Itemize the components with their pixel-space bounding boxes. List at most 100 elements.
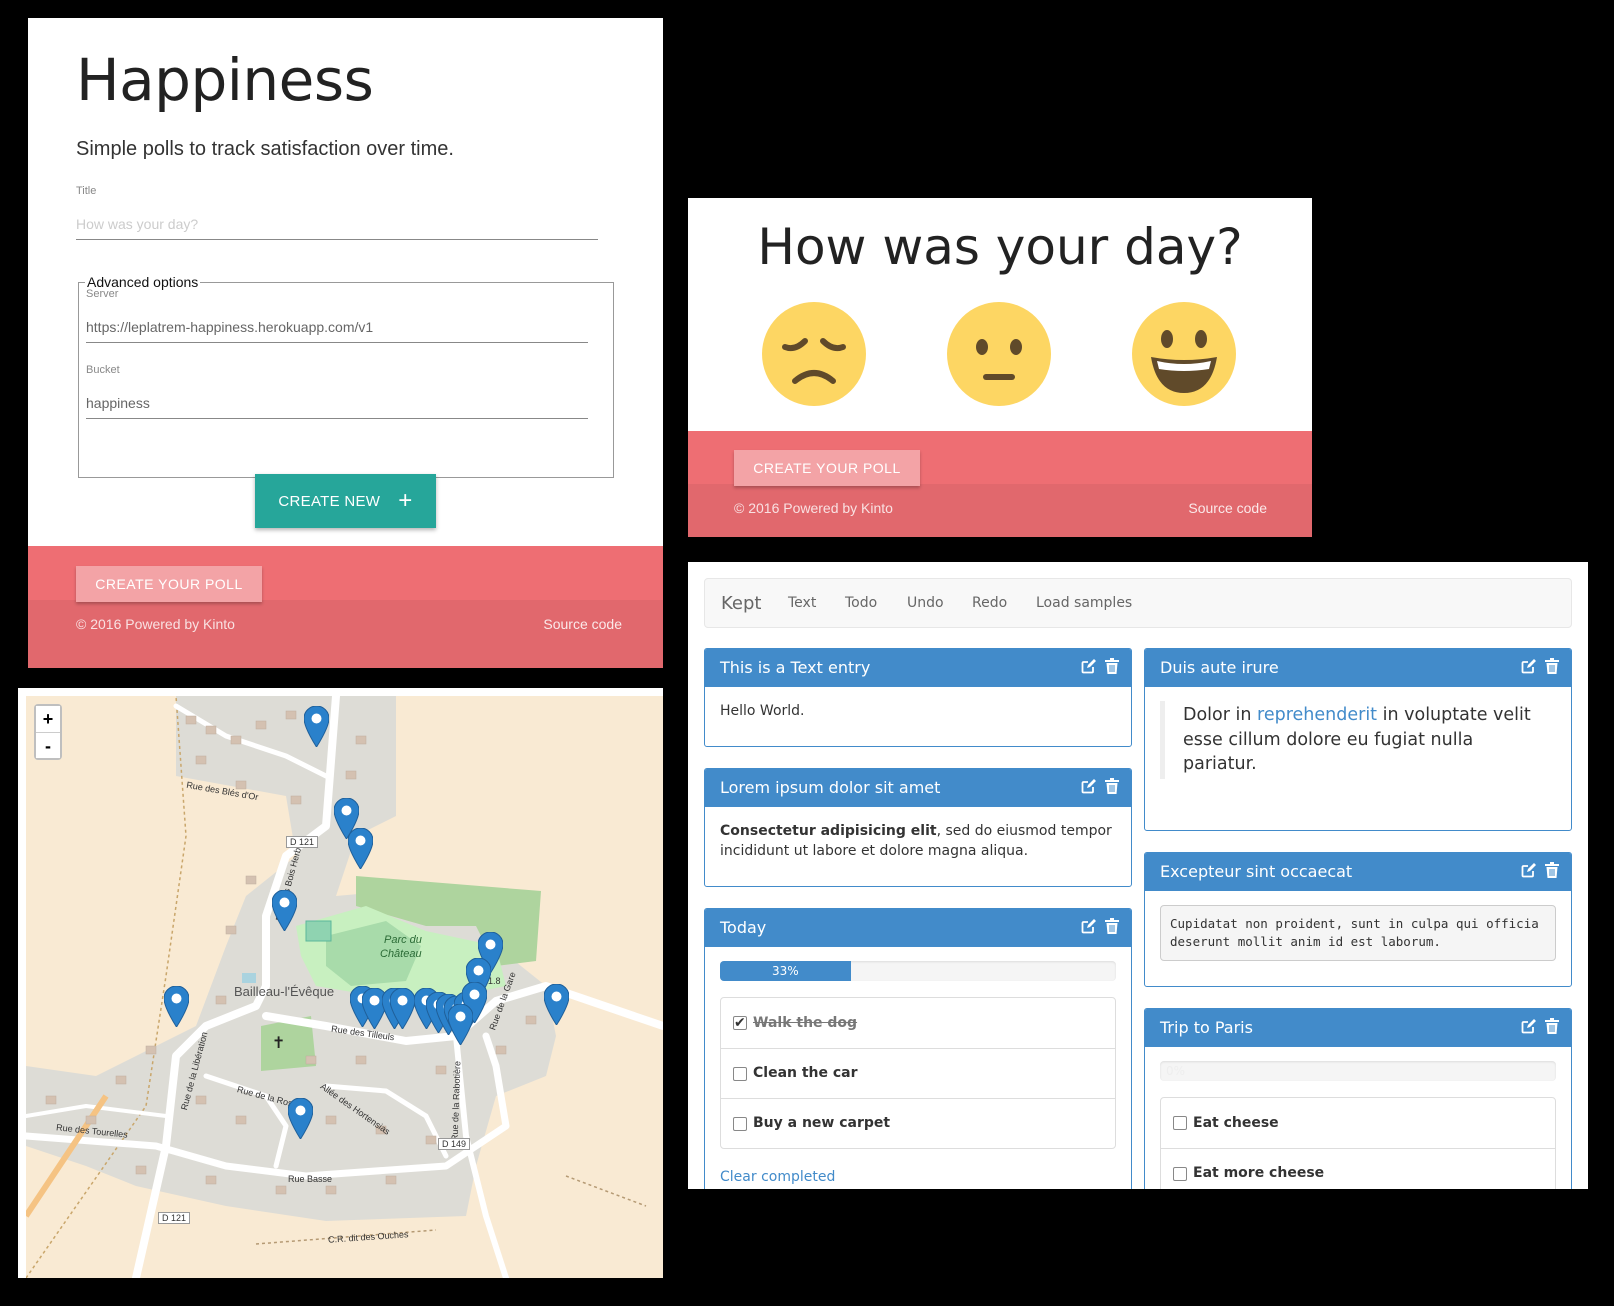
todo-checkbox[interactable] bbox=[733, 1066, 747, 1081]
poll-create-your-poll-button[interactable]: CREATE YOUR POLL bbox=[734, 450, 920, 486]
map-marker-icon[interactable] bbox=[544, 984, 569, 1025]
map-panel: ✝ Bailleau-l'Évêque Parc du Château Rue … bbox=[18, 688, 663, 1278]
map-marker-icon[interactable] bbox=[448, 1004, 473, 1045]
sad-face-icon[interactable] bbox=[761, 301, 867, 407]
todo-text: Clean the car bbox=[753, 1065, 858, 1082]
navbar: Kept Text Todo Undo Redo Load samples bbox=[704, 578, 1572, 628]
trash-icon[interactable] bbox=[1545, 862, 1559, 882]
trash-icon[interactable] bbox=[1105, 918, 1119, 938]
card-body: Consectetur adipisicing elit, sed do eiu… bbox=[705, 807, 1131, 876]
copyright-text: © 2016 Powered by Kinto bbox=[76, 616, 235, 632]
quote-link[interactable]: reprehenderit bbox=[1257, 705, 1377, 725]
todo-item: Walk the dog bbox=[721, 998, 1115, 1048]
bucket-input[interactable] bbox=[86, 387, 588, 419]
progress-label: 0% bbox=[1166, 1064, 1186, 1078]
todo-list: Walk the dog Clean the car Buy a new car… bbox=[720, 997, 1116, 1149]
card-body: Dolor in reprehenderit in voluptate veli… bbox=[1145, 687, 1571, 793]
todo-item: Clean the car bbox=[721, 1048, 1115, 1098]
poll-source-code-link[interactable]: Source code bbox=[1188, 500, 1267, 516]
map-marker-icon[interactable] bbox=[390, 988, 415, 1029]
quote-text: Dolor in bbox=[1183, 705, 1258, 725]
trash-icon[interactable] bbox=[1105, 658, 1119, 678]
nav-todo[interactable]: Todo bbox=[845, 595, 877, 611]
map-marker-icon[interactable] bbox=[272, 890, 297, 931]
advanced-options-fieldset: Advanced options bbox=[78, 274, 614, 478]
zoom-out-button[interactable]: - bbox=[36, 732, 60, 758]
todo-item: Eat more cheese bbox=[1161, 1148, 1555, 1189]
server-input[interactable] bbox=[86, 311, 588, 343]
todo-checkbox[interactable] bbox=[733, 1013, 747, 1033]
create-new-label: CREATE NEW bbox=[278, 492, 381, 510]
trash-icon[interactable] bbox=[1105, 778, 1119, 798]
card-title: Trip to Paris bbox=[1160, 1018, 1253, 1037]
card-paris: Trip to Paris 0% Eat cheese Eat more che… bbox=[1144, 1008, 1572, 1189]
card-title: Lorem ipsum dolor sit amet bbox=[720, 778, 941, 797]
happiness-form-panel: Happiness Simple polls to track satisfac… bbox=[28, 18, 663, 668]
bucket-field-label: Bucket bbox=[86, 364, 120, 376]
map-road-ref: D 121 bbox=[158, 1212, 191, 1224]
nav-text[interactable]: Text bbox=[788, 595, 816, 611]
card-body: 33% Walk the dog Clean the car Buy a new… bbox=[705, 947, 1131, 1189]
kept-app-panel: Kept Text Todo Undo Redo Load samples Th… bbox=[688, 562, 1588, 1189]
title-input[interactable] bbox=[76, 208, 598, 240]
todo-checkbox[interactable] bbox=[1173, 1116, 1187, 1130]
server-field-label: Server bbox=[86, 288, 119, 300]
edit-icon[interactable] bbox=[1081, 778, 1097, 798]
edit-icon[interactable] bbox=[1521, 862, 1537, 882]
title-field-label: Title bbox=[76, 185, 97, 197]
card-body: Cupidatat non proident, sunt in culpa qu… bbox=[1145, 891, 1571, 975]
poll-question: How was your day? bbox=[757, 218, 1243, 276]
card-lorem: Lorem ipsum dolor sit amet Consectetur a… bbox=[704, 768, 1132, 887]
card-today: Today 33% Walk the dog Clean the car Buy… bbox=[704, 908, 1132, 1189]
map-marker-icon[interactable] bbox=[164, 986, 189, 1027]
zoom-in-button[interactable]: + bbox=[36, 706, 60, 732]
map-label-park-2: Château bbox=[380, 948, 422, 960]
app-title: Happiness bbox=[76, 46, 374, 114]
map-marker-icon[interactable] bbox=[304, 706, 329, 747]
card-title: Duis aute irure bbox=[1160, 658, 1279, 677]
source-code-link[interactable]: Source code bbox=[543, 616, 622, 632]
todo-checkbox[interactable] bbox=[1173, 1166, 1187, 1181]
card-title: Excepteur sint occaecat bbox=[1160, 862, 1353, 881]
map-label-park: Parc du bbox=[384, 934, 422, 946]
card-text-entry: This is a Text entry Hello World. bbox=[704, 648, 1132, 747]
edit-icon[interactable] bbox=[1521, 658, 1537, 678]
todo-checkbox[interactable] bbox=[733, 1116, 747, 1131]
trash-icon[interactable] bbox=[1545, 1018, 1559, 1038]
edit-icon[interactable] bbox=[1081, 658, 1097, 678]
poll-panel: How was your day? CREATE YOUR POLL © 201… bbox=[688, 198, 1312, 537]
edit-icon[interactable] bbox=[1081, 918, 1097, 938]
map-road-ref: D 149 bbox=[438, 1138, 471, 1150]
nav-undo[interactable]: Undo bbox=[907, 595, 944, 611]
create-your-poll-button[interactable]: CREATE YOUR POLL bbox=[76, 566, 262, 602]
edit-icon[interactable] bbox=[1521, 1018, 1537, 1038]
map-marker-icon[interactable] bbox=[288, 1098, 313, 1139]
card-body-bold: Consectetur adipisicing elit bbox=[720, 823, 937, 839]
card-duis: Duis aute irure Dolor in reprehenderit i… bbox=[1144, 648, 1572, 831]
todo-text: Eat more cheese bbox=[1193, 1165, 1325, 1182]
card-title: This is a Text entry bbox=[720, 658, 871, 677]
footer-copyright-bar bbox=[28, 600, 663, 668]
clear-completed-link[interactable]: Clear completed bbox=[720, 1167, 1116, 1187]
progress-fill: 33% bbox=[720, 961, 851, 981]
trash-icon[interactable] bbox=[1545, 658, 1559, 678]
card-quote: Dolor in reprehenderit in voluptate veli… bbox=[1160, 701, 1556, 779]
todo-text: Buy a new carpet bbox=[753, 1115, 891, 1132]
map-marker-icon[interactable] bbox=[348, 828, 373, 869]
card-code: Cupidatat non proident, sunt in culpa qu… bbox=[1160, 905, 1556, 962]
todo-list: Eat cheese Eat more cheese bbox=[1160, 1097, 1556, 1189]
happy-face-icon[interactable] bbox=[1131, 301, 1237, 407]
neutral-face-icon[interactable] bbox=[946, 301, 1052, 407]
todo-text: Eat cheese bbox=[1193, 1114, 1279, 1131]
todo-item: Eat cheese bbox=[1161, 1098, 1555, 1148]
nav-redo[interactable]: Redo bbox=[972, 595, 1007, 611]
card-body: 0% Eat cheese Eat more cheese bbox=[1145, 1047, 1571, 1189]
app-subtitle: Simple polls to track satisfaction over … bbox=[76, 138, 454, 160]
progress-bar: 33% bbox=[720, 961, 1116, 981]
navbar-brand[interactable]: Kept bbox=[721, 593, 761, 614]
nav-load-samples[interactable]: Load samples bbox=[1036, 595, 1132, 611]
create-new-button[interactable]: CREATE NEW + bbox=[255, 474, 436, 528]
card-body: Hello World. bbox=[720, 703, 805, 719]
zoom-control: + - bbox=[34, 704, 62, 760]
map-canvas[interactable]: ✝ Bailleau-l'Évêque Parc du Château Rue … bbox=[26, 696, 663, 1278]
